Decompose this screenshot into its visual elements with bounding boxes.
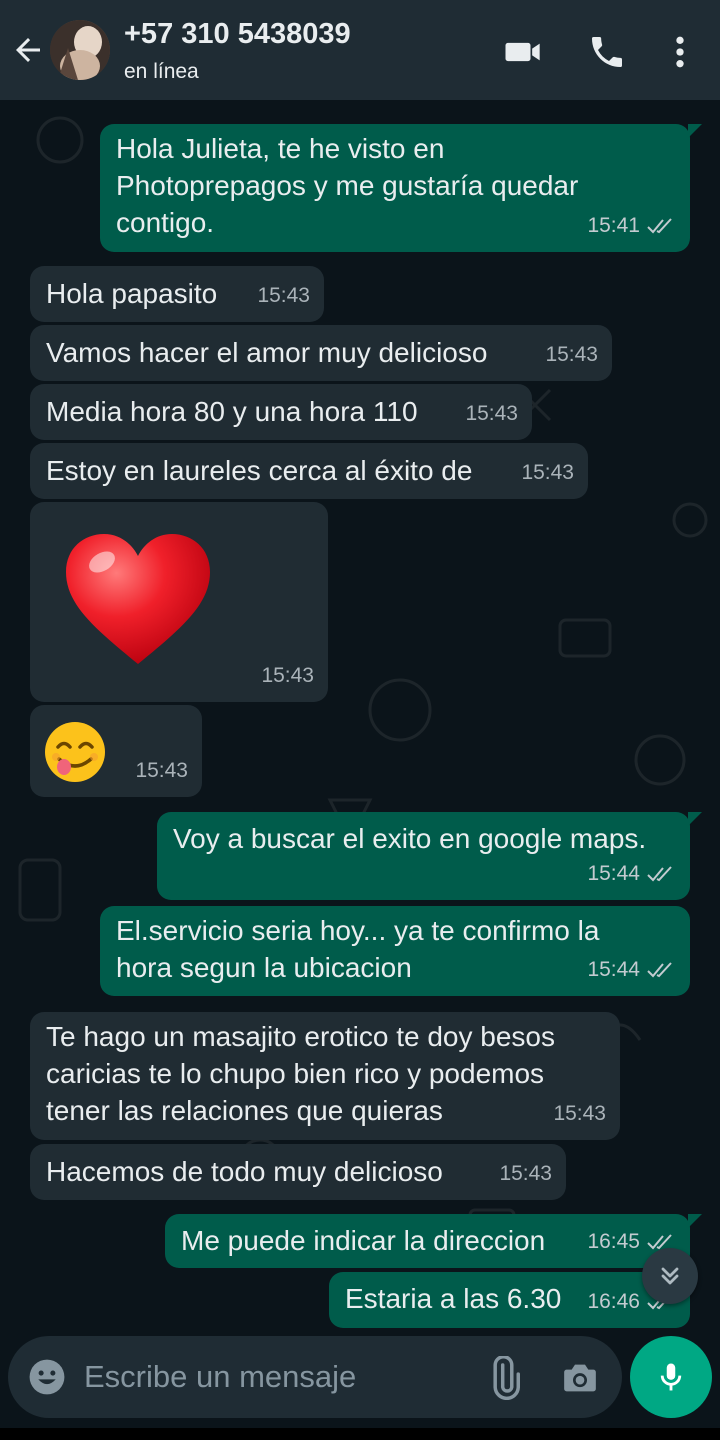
message-composer <box>8 1336 622 1418</box>
message-text: Media hora 80 y una hora 110 <box>46 396 418 427</box>
face-savoring-food-emoji-icon <box>45 722 105 782</box>
contact-avatar[interactable] <box>50 20 110 80</box>
camera-icon[interactable] <box>560 1358 600 1398</box>
emoji-icon[interactable] <box>28 1358 66 1396</box>
read-ticks-icon <box>647 961 672 977</box>
message-time: 15:43 <box>261 664 314 687</box>
message-meta: 15:41 <box>587 207 676 244</box>
message-time: 15:43 <box>465 402 518 425</box>
message-time: 15:41 <box>587 214 640 237</box>
message-text: Hola papasito <box>46 278 218 309</box>
message-incoming[interactable]: Te hago un masajito erotico te doy besos… <box>30 1012 620 1140</box>
chat-header: +57 310 5438039 en línea <box>0 0 720 100</box>
message-meta: 15:44 <box>587 855 676 892</box>
message-incoming[interactable]: Hola papasito 15:43 <box>30 266 324 322</box>
message-text: Estaria a las 6.30 <box>345 1283 562 1314</box>
message-text: Hola Julieta, te he visto en Photoprepag… <box>116 133 579 238</box>
message-outgoing[interactable]: Voy a buscar el exito en google maps. 15… <box>157 812 690 900</box>
voice-message-button[interactable] <box>630 1336 712 1418</box>
message-text: Voy a buscar el exito en google maps. <box>173 823 647 854</box>
phone-call-icon[interactable] <box>587 32 627 72</box>
message-text: El.servicio seria hoy... ya te confirmo … <box>116 915 600 983</box>
bubble-tail <box>688 124 702 138</box>
contact-status: en línea <box>124 60 199 83</box>
message-text: Me puede indicar la direccion <box>181 1225 546 1256</box>
double-chevron-down-icon <box>661 1267 679 1285</box>
message-time: 15:43 <box>257 284 310 307</box>
message-incoming-emoji[interactable]: 15:43 <box>30 502 328 702</box>
message-time: 15:44 <box>587 862 640 885</box>
message-outgoing[interactable]: El.servicio seria hoy... ya te confirmo … <box>100 906 690 996</box>
scroll-to-bottom-button[interactable] <box>642 1248 698 1304</box>
bubble-tail <box>688 812 702 826</box>
bubble-tail <box>688 1214 702 1228</box>
message-text: Vamos hacer el amor muy delicioso <box>46 337 488 368</box>
message-incoming[interactable]: Estoy en laureles cerca al éxito de 15:4… <box>30 443 588 499</box>
message-outgoing[interactable]: Me puede indicar la direccion 16:45 <box>165 1214 690 1268</box>
chat-area[interactable]: Hola Julieta, te he visto en Photoprepag… <box>0 100 720 1340</box>
message-meta: 15:44 <box>587 951 676 988</box>
more-options-icon[interactable] <box>660 32 700 72</box>
message-text: Te hago un masajito erotico te doy besos… <box>46 1021 555 1126</box>
message-incoming[interactable]: Vamos hacer el amor muy delicioso 15:43 <box>30 325 612 381</box>
message-incoming[interactable]: Media hora 80 y una hora 110 15:43 <box>30 384 532 440</box>
heart-emoji-icon <box>66 534 210 664</box>
microphone-icon <box>660 1363 682 1391</box>
message-time: 15:43 <box>545 343 598 366</box>
message-time: 16:46 <box>587 1290 640 1313</box>
read-ticks-icon <box>647 865 672 881</box>
navigation-bar-strip <box>0 1428 720 1440</box>
read-ticks-icon <box>647 217 672 233</box>
message-incoming-emoji[interactable]: 15:43 <box>30 705 202 797</box>
message-time: 16:45 <box>587 1230 640 1253</box>
message-time: 15:44 <box>587 958 640 981</box>
back-arrow-icon[interactable] <box>10 32 46 68</box>
message-outgoing[interactable]: Estaria a las 6.30 16:46 <box>329 1272 690 1328</box>
message-text: Estoy en laureles cerca al éxito de <box>46 455 473 486</box>
message-outgoing[interactable]: Hola Julieta, te he visto en Photoprepag… <box>100 124 690 252</box>
message-time: 15:43 <box>499 1162 552 1185</box>
message-time: 15:43 <box>553 1102 606 1125</box>
message-text: Hacemos de todo muy delicioso <box>46 1156 443 1187</box>
message-time: 15:43 <box>135 759 188 782</box>
contact-name[interactable]: +57 310 5438039 <box>124 18 351 51</box>
video-call-icon[interactable] <box>503 32 543 72</box>
attach-icon[interactable] <box>482 1356 526 1400</box>
message-time: 15:43 <box>521 461 574 484</box>
message-input[interactable] <box>84 1356 464 1398</box>
message-incoming[interactable]: Hacemos de todo muy delicioso 15:43 <box>30 1144 566 1200</box>
